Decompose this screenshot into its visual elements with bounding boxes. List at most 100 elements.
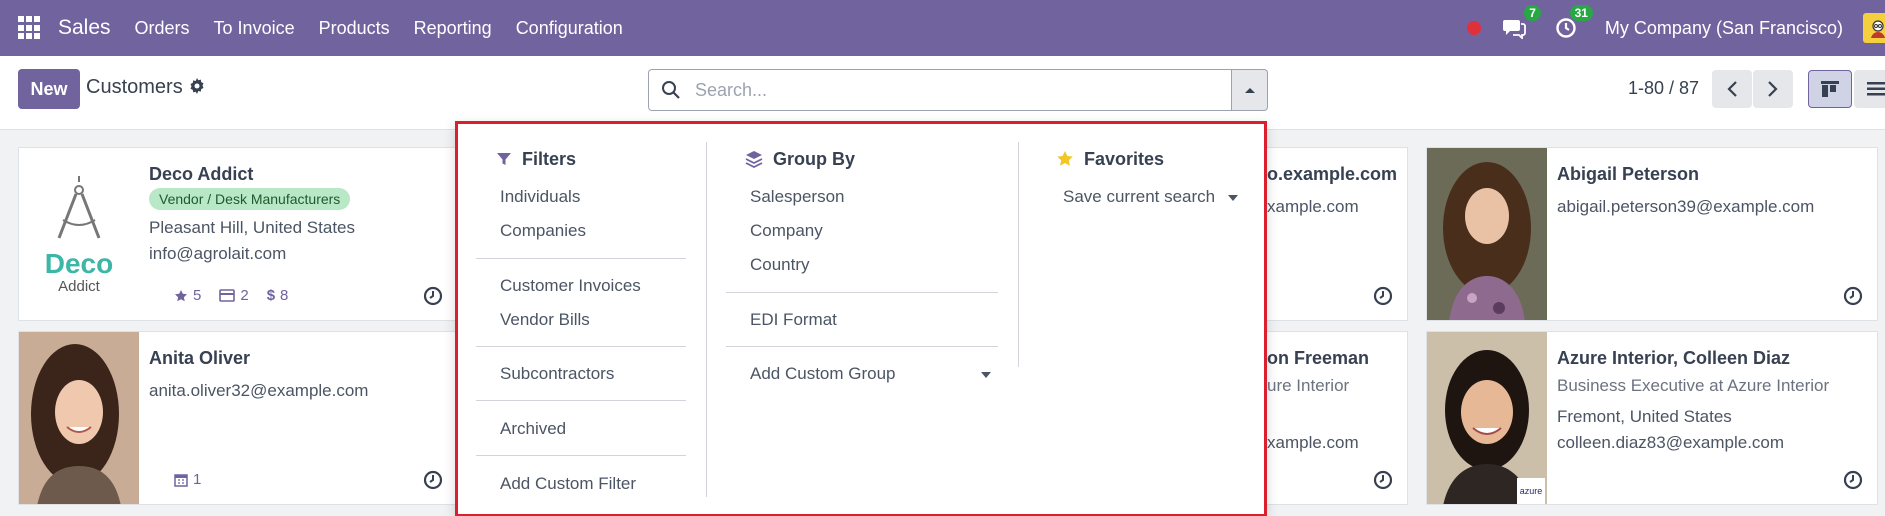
clock-activity-icon[interactable]: 31: [1553, 5, 1593, 41]
customer-card-partial-bottom[interactable]: on Freeman ure Interior xample.com: [1260, 331, 1408, 505]
search-options-toggle[interactable]: [1232, 69, 1268, 111]
apps-grid-icon[interactable]: [18, 16, 42, 40]
customer-name: Azure Interior, Colleen Diaz: [1557, 348, 1791, 368]
clock-icon[interactable]: [1373, 470, 1393, 490]
group-by-title: Group By: [745, 146, 855, 172]
filters-divider: [476, 346, 686, 347]
stat-calendar[interactable]: 1: [174, 471, 201, 488]
customer-name: Anita Oliver: [149, 348, 251, 368]
stat-stars[interactable]: 5: [174, 287, 201, 304]
group-by-salesperson[interactable]: Salesperson: [750, 187, 845, 207]
list-view-icon: [1867, 82, 1885, 96]
menu-to-invoice[interactable]: To Invoice: [214, 18, 295, 39]
card-stats: 1: [174, 471, 201, 488]
search-bar[interactable]: [648, 69, 1232, 111]
star-stat-icon: [175, 289, 187, 301]
group-by-column: Group By: [745, 146, 855, 172]
pager-value[interactable]: 1-80 / 87: [1628, 78, 1699, 99]
filter-companies[interactable]: Companies: [500, 221, 586, 241]
customer-email: abigail.peterson39@example.com: [1557, 197, 1815, 216]
page-title: Customers: [86, 76, 183, 98]
clock-icon[interactable]: [1843, 470, 1863, 490]
chevron-down-icon[interactable]: [1228, 195, 1238, 201]
group-by-company[interactable]: Company: [750, 221, 823, 241]
customer-name: Abigail Peterson: [1557, 164, 1700, 184]
customer-email: colleen.diaz83@example.com: [1557, 433, 1785, 452]
stat-cards[interactable]: 2: [219, 287, 249, 304]
filters-divider: [476, 400, 686, 401]
customer-name: o.example.com: [1267, 164, 1398, 184]
clock-icon[interactable]: [1843, 286, 1863, 306]
favorites-column: Favorites: [1056, 146, 1164, 172]
filter-individuals[interactable]: Individuals: [500, 187, 580, 207]
status-dot: [1466, 21, 1481, 35]
filter-vendor-bills[interactable]: Vendor Bills: [500, 310, 590, 330]
filter-icon: [497, 153, 511, 165]
menu-orders[interactable]: Orders: [135, 18, 190, 39]
layers-icon: [745, 151, 763, 168]
customer-email: xample.com: [1267, 197, 1359, 216]
kanban-view-icon: [1821, 81, 1839, 97]
filter-subcontractors[interactable]: Subcontractors: [500, 364, 614, 384]
customer-email: anita.oliver32@example.com: [149, 381, 369, 400]
messages-badge: 7: [1524, 5, 1541, 21]
group-by-divider: [726, 292, 998, 293]
filters-column: Filters: [496, 146, 576, 172]
user-avatar[interactable]: [1863, 13, 1885, 43]
kanban-view-button[interactable]: [1808, 70, 1852, 108]
control-panel: New Customers 1-80 / 87: [0, 56, 1885, 130]
stat-money[interactable]: $ 8: [267, 287, 289, 304]
customer-company: ure Interior: [1267, 376, 1350, 395]
category-tag: Vendor / Desk Manufacturers: [149, 188, 351, 210]
star-icon: [1057, 151, 1073, 166]
menu-configuration[interactable]: Configuration: [516, 18, 623, 39]
customer-card-anita-oliver[interactable]: Anita Oliver anita.oliver32@example.com …: [18, 331, 458, 505]
add-custom-group-select[interactable]: Add Custom Group: [750, 364, 896, 384]
activities-badge: 31: [1569, 5, 1593, 21]
customer-card-colleen-diaz[interactable]: azure Azure Interior, Colleen Diaz Busin…: [1426, 331, 1878, 505]
save-current-search[interactable]: Save current search: [1063, 187, 1215, 207]
menu-reporting[interactable]: Reporting: [414, 18, 492, 39]
group-by-country[interactable]: Country: [750, 255, 810, 275]
filter-customer-invoices[interactable]: Customer Invoices: [500, 276, 641, 296]
customer-card-partial-top[interactable]: o.example.com xample.com: [1260, 147, 1408, 321]
customer-photo: [1427, 148, 1547, 320]
customer-location: Fremont, United States: [1557, 407, 1732, 426]
clock-icon[interactable]: [1373, 286, 1393, 306]
new-button[interactable]: New: [18, 69, 80, 109]
company-logo: Deco Addict: [19, 148, 139, 320]
pager-next-button[interactable]: [1753, 70, 1793, 108]
clock-icon[interactable]: [423, 470, 443, 490]
customer-email: info@agrolait.com: [149, 244, 287, 263]
menu-products[interactable]: Products: [319, 18, 390, 39]
customer-email: xample.com: [1267, 433, 1359, 452]
app-name[interactable]: Sales: [58, 16, 111, 40]
clock-icon[interactable]: [423, 286, 443, 306]
logo-line1: Deco: [44, 248, 114, 279]
favorites-title: Favorites: [1056, 146, 1164, 172]
chevron-down-icon[interactable]: [981, 372, 991, 378]
customer-photo: azure: [1427, 332, 1547, 504]
filters-divider: [476, 455, 686, 456]
gear-icon[interactable]: [189, 78, 205, 99]
card-stat-icon: [219, 289, 236, 302]
company-switcher[interactable]: My Company (San Francisco): [1605, 18, 1843, 39]
logo-line2: Addict: [58, 278, 100, 295]
chat-icon[interactable]: 7: [1501, 5, 1541, 41]
pager-previous-button[interactable]: [1712, 70, 1752, 108]
top-navbar: Sales Orders To Invoice Products Reporti…: [0, 0, 1885, 56]
customer-card-deco-addict[interactable]: Deco Addict Deco Addict Vendor / Desk Ma…: [18, 147, 458, 321]
caret-up-icon: [1244, 88, 1255, 93]
group-by-edi-format[interactable]: EDI Format: [750, 310, 837, 330]
column-divider: [1018, 142, 1019, 367]
customer-job: Business Executive at Azure Interior: [1557, 376, 1830, 395]
filter-archived[interactable]: Archived: [500, 419, 566, 439]
chevron-right-icon: [1768, 81, 1778, 97]
list-view-button[interactable]: [1854, 70, 1885, 108]
column-divider: [706, 142, 707, 497]
add-custom-filter[interactable]: Add Custom Filter: [500, 474, 636, 494]
customer-name: on Freeman: [1267, 348, 1370, 368]
filters-divider: [476, 258, 686, 259]
customer-card-abigail-peterson[interactable]: Abigail Peterson abigail.peterson39@exam…: [1426, 147, 1878, 321]
search-input[interactable]: [695, 79, 1195, 101]
